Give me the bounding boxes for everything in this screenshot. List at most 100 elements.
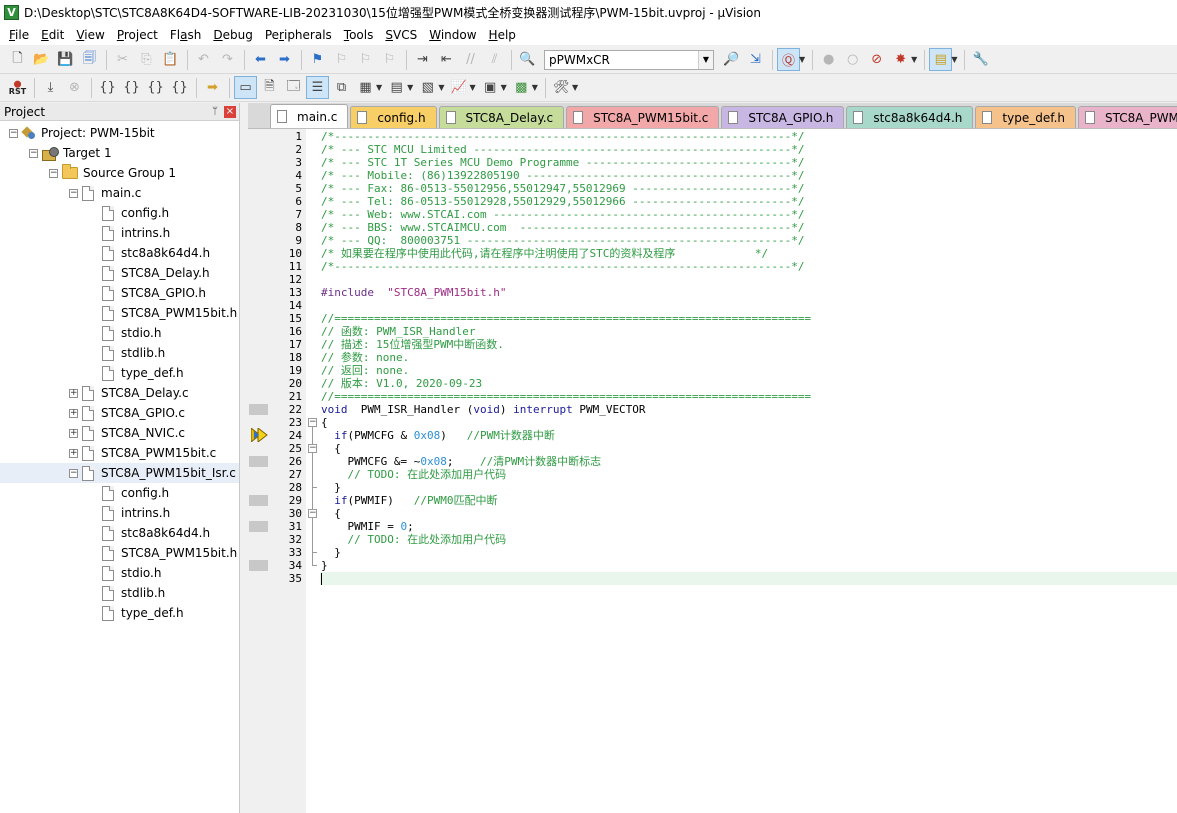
- indent-icon[interactable]: ⇥: [411, 48, 434, 71]
- tree-item[interactable]: STC8A_GPIO.h: [0, 283, 239, 303]
- stop-icon[interactable]: ⊗: [63, 76, 86, 99]
- collapse-icon[interactable]: −: [9, 128, 18, 138]
- new-file-icon[interactable]: 🗋: [6, 48, 29, 71]
- step-out-icon[interactable]: {}: [144, 76, 167, 99]
- disassembly-window-icon[interactable]: 🗎: [258, 76, 281, 99]
- symbols-window-icon[interactable]: 🗔: [282, 76, 305, 99]
- registers-window-icon[interactable]: ☰: [306, 76, 329, 99]
- tree-item[interactable]: − Source Group 1: [0, 163, 239, 183]
- tree-item[interactable]: + STC8A_GPIO.c: [0, 403, 239, 423]
- chevron-down-icon[interactable]: ▼: [469, 83, 475, 92]
- tree-item[interactable]: config.h: [0, 203, 239, 223]
- incremental-find-icon[interactable]: ⇲: [744, 48, 767, 71]
- open-folder-icon[interactable]: 📂: [30, 48, 53, 71]
- code-editor[interactable]: 1 2 3 4 5 6 7 8 9 10 11 12 13 14 15 16 17 18 19 20 21 22 23 24 2…: [248, 129, 1177, 813]
- menu-item[interactable]: Window: [423, 28, 482, 42]
- chevron-down-icon[interactable]: ▼: [376, 83, 382, 92]
- menu-item[interactable]: Tools: [338, 28, 380, 42]
- tree-item[interactable]: − Target 1: [0, 143, 239, 163]
- chevron-down-icon[interactable]: ▼: [951, 55, 957, 64]
- navigate-back-icon[interactable]: ⬅: [249, 48, 272, 71]
- menu-item[interactable]: SVCS: [379, 28, 423, 42]
- trace-window-icon[interactable]: ▣: [479, 76, 502, 99]
- step-into-icon[interactable]: {}: [96, 76, 119, 99]
- find-combo[interactable]: pPWMxCR ▼: [544, 49, 714, 70]
- collapse-icon[interactable]: −: [69, 188, 78, 198]
- tree-item[interactable]: − Project: PWM-15bit: [0, 123, 239, 143]
- tree-item[interactable]: stc8a8k64d4.h: [0, 523, 239, 543]
- chevron-down-icon[interactable]: ▼: [438, 83, 444, 92]
- tree-item[interactable]: + STC8A_NVIC.c: [0, 423, 239, 443]
- editor-tab[interactable]: type_def.h: [975, 106, 1076, 128]
- configure-wrench-icon[interactable]: 🔧: [969, 48, 992, 71]
- tree-item[interactable]: intrins.h: [0, 223, 239, 243]
- window-layout-icon[interactable]: ▤: [929, 48, 953, 71]
- tree-item[interactable]: type_def.h: [0, 603, 239, 623]
- close-icon[interactable]: ×: [224, 105, 236, 118]
- call-stack-icon[interactable]: ⧉: [330, 76, 353, 99]
- chevron-down-icon[interactable]: ▼: [532, 83, 538, 92]
- tree-item[interactable]: + STC8A_Delay.c: [0, 383, 239, 403]
- command-window-icon[interactable]: ▭: [234, 76, 257, 99]
- tree-item[interactable]: stdio.h: [0, 563, 239, 583]
- comment-icon[interactable]: //: [459, 48, 482, 71]
- menu-item[interactable]: Project: [111, 28, 164, 42]
- menu-item[interactable]: File: [3, 28, 35, 42]
- chevron-down-icon[interactable]: ▼: [501, 83, 507, 92]
- run-to-line-icon[interactable]: {}: [168, 76, 191, 99]
- memory-window-icon[interactable]: ▤: [385, 76, 408, 99]
- menu-item[interactable]: Flash: [164, 28, 207, 42]
- analysis-window-icon[interactable]: 📈: [447, 76, 470, 99]
- fold-collapse-icon[interactable]: −: [308, 418, 317, 427]
- expand-icon[interactable]: +: [69, 388, 78, 398]
- collapse-icon[interactable]: −: [69, 468, 78, 478]
- paste-icon[interactable]: 📋: [159, 48, 182, 71]
- unindent-icon[interactable]: ⇤: [435, 48, 458, 71]
- chevron-down-icon[interactable]: ▼: [572, 83, 578, 92]
- tree-item[interactable]: stc8a8k64d4.h: [0, 243, 239, 263]
- tree-item[interactable]: − main.c: [0, 183, 239, 203]
- bookmark-next-icon[interactable]: ⚐: [354, 48, 377, 71]
- tree-item[interactable]: − STC8A_PWM15bit_Isr.c: [0, 463, 239, 483]
- tree-item[interactable]: STC8A_PWM15bit.h: [0, 303, 239, 323]
- step-over-icon[interactable]: {}: [120, 76, 143, 99]
- find-icon[interactable]: 🔎: [720, 48, 743, 71]
- save-icon[interactable]: 💾: [54, 48, 77, 71]
- navigate-forward-icon[interactable]: ➡: [273, 48, 296, 71]
- menu-item[interactable]: Debug: [207, 28, 258, 42]
- system-viewer-icon[interactable]: ▩: [510, 76, 533, 99]
- redo-icon[interactable]: ↷: [216, 48, 239, 71]
- tree-item[interactable]: config.h: [0, 483, 239, 503]
- breakpoint-kill-all-icon[interactable]: ✸: [889, 48, 912, 71]
- editor-tab[interactable]: STC8A_GPIO.h: [721, 106, 845, 128]
- tree-item[interactable]: + STC8A_PWM15bit.c: [0, 443, 239, 463]
- chevron-down-icon[interactable]: ▼: [698, 50, 713, 69]
- tree-item[interactable]: STC8A_PWM15bit.h: [0, 543, 239, 563]
- code-text[interactable]: /*--------------------------------------…: [320, 129, 1177, 813]
- menu-item[interactable]: Help: [483, 28, 522, 42]
- tree-item[interactable]: stdio.h: [0, 323, 239, 343]
- menu-item[interactable]: View: [70, 28, 110, 42]
- editor-tab[interactable]: main.c: [270, 104, 349, 128]
- collapse-icon[interactable]: −: [29, 148, 38, 158]
- editor-tab[interactable]: STC8A_Delay.c: [438, 106, 565, 128]
- serial-window-icon[interactable]: ▧: [416, 76, 439, 99]
- menu-item[interactable]: Peripherals: [259, 28, 338, 42]
- expand-icon[interactable]: +: [69, 448, 78, 458]
- bookmark-prev-icon[interactable]: ⚐: [330, 48, 353, 71]
- tree-item[interactable]: type_def.h: [0, 363, 239, 383]
- uncomment-icon[interactable]: ⫽: [483, 48, 506, 71]
- breakpoint-disable-all-icon[interactable]: ⊘: [865, 48, 888, 71]
- fold-margin[interactable]: − − −: [306, 129, 320, 813]
- toolbox-icon[interactable]: 🛠: [550, 76, 573, 99]
- fold-collapse-icon[interactable]: −: [308, 444, 317, 453]
- watch-window-icon[interactable]: ▦: [354, 76, 377, 99]
- save-all-icon[interactable]: 🗐: [78, 48, 101, 71]
- tree-item[interactable]: intrins.h: [0, 503, 239, 523]
- show-next-statement-icon[interactable]: ➡: [201, 76, 224, 99]
- find-in-files-icon[interactable]: 🔍: [516, 48, 539, 71]
- bookmark-clear-icon[interactable]: ⚐: [378, 48, 401, 71]
- breakpoint-margin[interactable]: [248, 129, 270, 813]
- chevron-down-icon[interactable]: ▼: [407, 83, 413, 92]
- expand-icon[interactable]: +: [69, 428, 78, 438]
